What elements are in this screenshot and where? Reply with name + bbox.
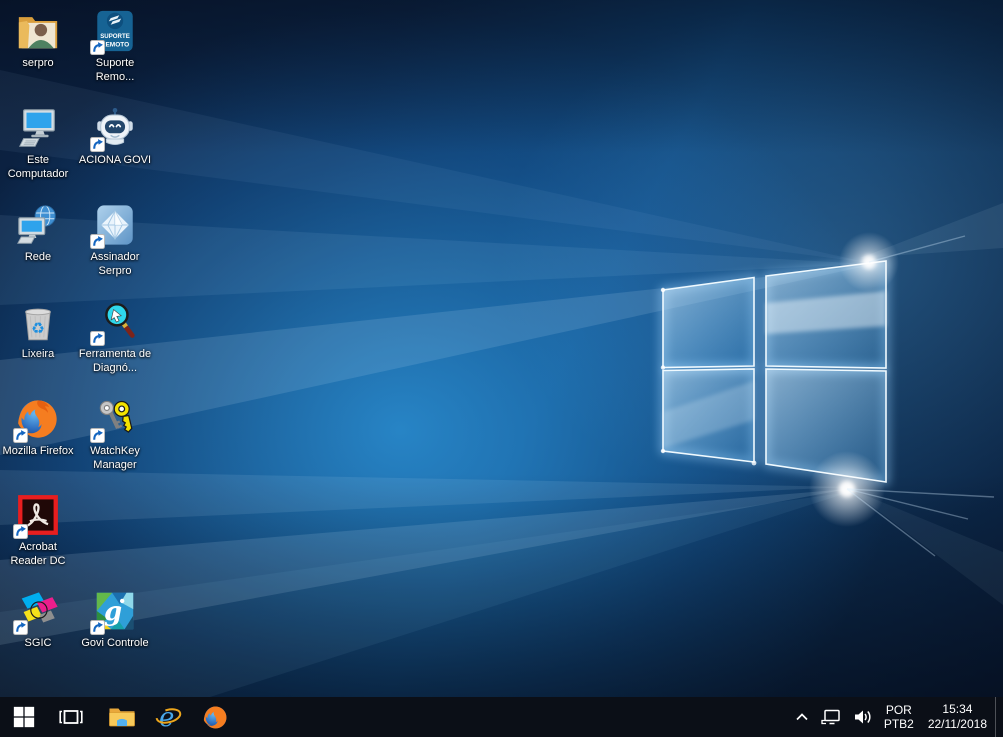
chevron-up-icon	[796, 713, 808, 721]
firefox-icon	[203, 706, 227, 728]
desktop-icon-label: ACIONA GOVI	[78, 154, 152, 166]
desktop-icon-label: Acrobat Reader DC	[10, 541, 66, 567]
internet-explorer-button[interactable]: e	[145, 697, 192, 737]
desktop-icon-mozilla-firefox[interactable]: Mozilla Firefox	[0, 396, 76, 459]
network-globe-icon	[15, 202, 61, 248]
desktop-icon-label: Ferramenta de Diagnó...	[78, 348, 152, 374]
shortcut-arrow-icon	[90, 137, 105, 152]
hidden-icons-chevron[interactable]	[789, 697, 815, 737]
desktop-icon-ferramenta-diagnostico[interactable]: Ferramenta de Diagnó...	[77, 299, 153, 375]
keys-icon	[90, 396, 138, 443]
start-button[interactable]	[0, 697, 47, 737]
windows-logo-icon	[13, 706, 34, 728]
govi-icon: g	[90, 588, 138, 635]
clock[interactable]: 15:34 22/11/2018	[920, 697, 995, 737]
shortcut-arrow-icon	[90, 620, 105, 635]
taskbar: e POR PTB2 15:34 22/11/2018	[0, 697, 1003, 737]
svg-text:♻: ♻	[31, 320, 45, 338]
shortcut-arrow-icon	[13, 620, 28, 635]
shortcut-arrow-icon	[90, 234, 105, 249]
svg-text:e: e	[159, 704, 174, 731]
desktop-icon-assinador-serpro[interactable]: Assinador Serpro	[77, 202, 153, 278]
keyboard-layout: PTB2	[883, 717, 914, 731]
shortcut-arrow-icon	[90, 331, 105, 346]
network-icon	[821, 709, 840, 725]
desktop-icon-label: Suporte Remo...	[95, 57, 135, 83]
diamond-icon	[90, 202, 138, 249]
speaker-icon	[854, 710, 871, 724]
file-explorer-button[interactable]	[98, 697, 145, 737]
ie-icon: e	[155, 704, 182, 731]
desktop-icon-label: SGIC	[24, 637, 52, 649]
shortcut-arrow-icon	[13, 524, 28, 539]
desktop-icon-label: Assinador Serpro	[90, 251, 140, 277]
network-tray-button[interactable]	[815, 697, 847, 737]
shortcut-arrow-icon	[13, 428, 28, 443]
desktop-icon-label: Lixeira	[21, 348, 55, 360]
show-desktop-button[interactable]	[995, 697, 1003, 737]
user-folder-icon	[15, 8, 61, 54]
shortcut-arrow-icon	[90, 40, 105, 55]
svg-text:REMOTO: REMOTO	[101, 41, 129, 48]
desktop-icon-acrobat-reader[interactable]: Acrobat Reader DC	[0, 492, 76, 568]
acrobat-icon	[13, 492, 61, 539]
desktop-icon-label: WatchKey Manager	[90, 445, 140, 471]
sgic-icon	[13, 588, 61, 635]
clock-time: 15:34	[942, 702, 973, 716]
suporte-remoto-icon: SUPORTE REMOTO	[90, 8, 138, 55]
magnifier-icon	[90, 299, 138, 346]
recycle-bin-icon: ♻	[15, 299, 61, 345]
desktop-icon-suporte-remoto[interactable]: SUPORTE REMOTO Suporte Remo...	[77, 8, 153, 84]
desktop-icon-rede[interactable]: Rede	[0, 202, 76, 265]
task-view-icon	[58, 710, 83, 724]
desktop-icon-label: Rede	[24, 251, 52, 263]
desktop-icon-label: serpro	[22, 57, 54, 69]
desktop-icon-govi-controle[interactable]: g Govi Controle	[77, 588, 153, 651]
desktop-icon-serpro[interactable]: serpro	[0, 8, 76, 71]
windows-desktop: serpro SUPORTE REMOTO Suporte Remo... Es…	[0, 0, 1003, 737]
robot-icon	[90, 105, 138, 152]
desktop-icon-label: Mozilla Firefox	[2, 445, 74, 457]
shortcut-arrow-icon	[90, 428, 105, 443]
computer-icon	[15, 105, 61, 151]
desktop-icon-aciona-govi[interactable]: ACIONA GOVI	[77, 105, 153, 168]
desktop-icon-label: Govi Controle	[81, 637, 149, 649]
folder-icon	[108, 708, 135, 727]
firefox-icon	[13, 396, 61, 443]
firefox-button[interactable]	[192, 697, 239, 737]
windows-logo-panes	[660, 258, 889, 485]
volume-tray-button[interactable]	[847, 697, 878, 737]
language-indicator[interactable]: POR PTB2	[878, 697, 920, 737]
desktop-icon-sgic[interactable]: SGIC	[0, 588, 76, 651]
desktop-icon-watchkey-manager[interactable]: WatchKey Manager	[77, 396, 153, 472]
svg-text:g: g	[104, 597, 122, 627]
clock-date: 22/11/2018	[927, 717, 987, 731]
desktop-icon-label: Este Computador	[7, 154, 69, 180]
system-tray: POR PTB2 15:34 22/11/2018	[789, 697, 1003, 737]
desktop-icon-lixeira[interactable]: ♻ Lixeira	[0, 299, 76, 362]
task-view-button[interactable]	[47, 697, 94, 737]
desktop-icon-este-computador[interactable]: Este Computador	[0, 105, 76, 181]
language-code: POR	[885, 703, 912, 717]
